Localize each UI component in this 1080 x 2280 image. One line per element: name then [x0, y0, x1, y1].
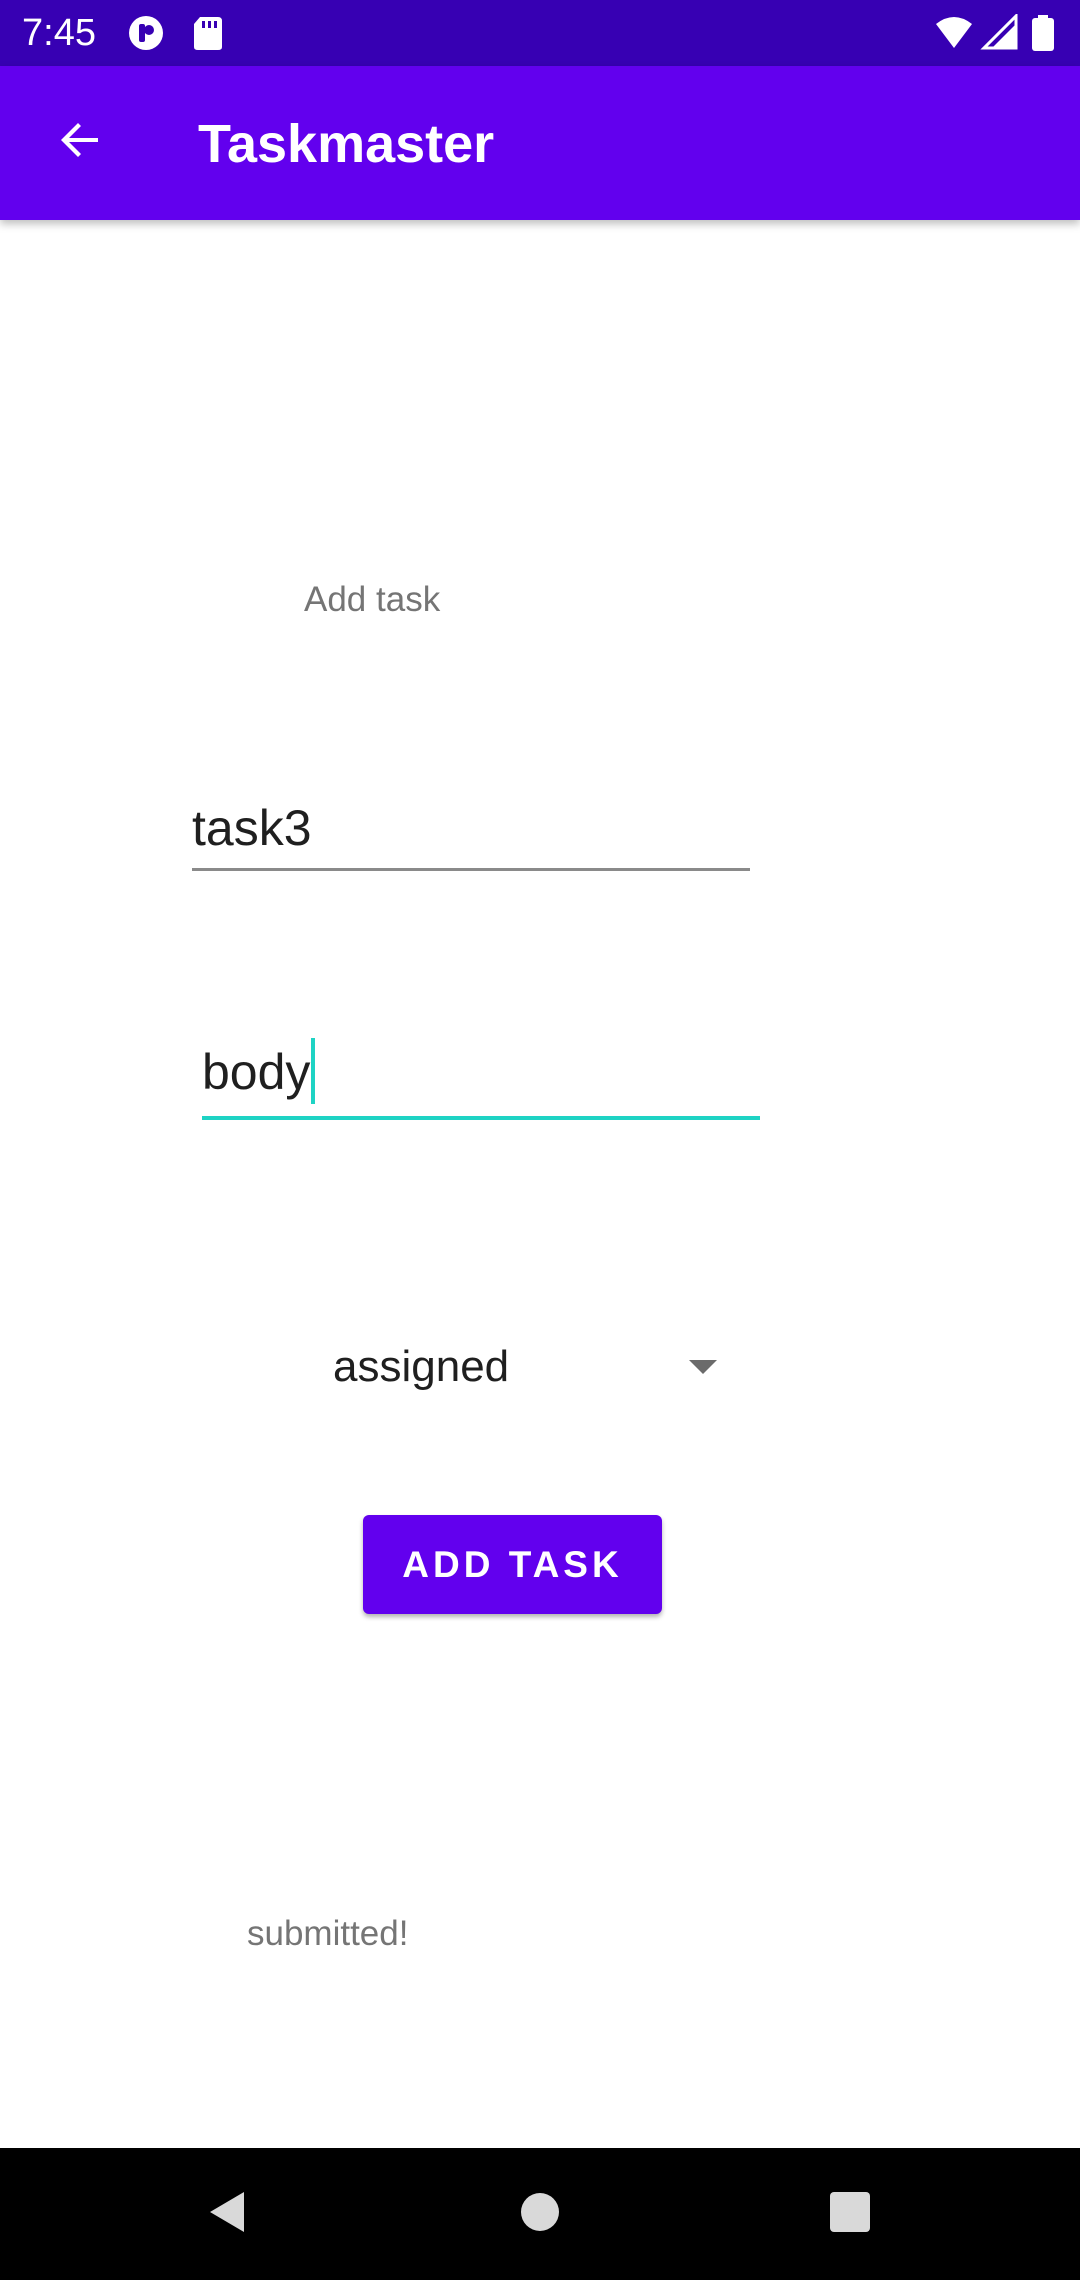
- status-time: 7:45: [22, 12, 96, 54]
- sd-card-icon: [188, 14, 228, 52]
- dropdown-arrow-icon: [689, 1360, 717, 1374]
- add-task-button[interactable]: ADD TASK: [363, 1515, 662, 1614]
- assignee-spinner[interactable]: assigned: [333, 1334, 733, 1400]
- back-button[interactable]: [40, 102, 120, 182]
- recents-square-icon: [828, 2190, 872, 2239]
- screen: 7:45 Taskmaster Add task task3 body assi…: [0, 0, 1080, 2280]
- cell-signal-icon: [980, 12, 1020, 52]
- app-notification-icon: [126, 14, 166, 52]
- nav-recents-button[interactable]: [810, 2174, 890, 2254]
- text-cursor: [311, 1038, 316, 1104]
- task-body-input[interactable]: body: [202, 1034, 760, 1120]
- battery-icon: [1028, 14, 1058, 52]
- add-task-button-label: ADD TASK: [402, 1543, 623, 1585]
- nav-back-button[interactable]: [186, 2174, 266, 2254]
- status-bar: 7:45: [0, 0, 1080, 66]
- task-title-input[interactable]: task3: [192, 796, 750, 871]
- wifi-icon: [934, 14, 974, 52]
- back-triangle-icon: [204, 2188, 248, 2241]
- status-message: submitted!: [247, 1914, 409, 1953]
- system-nav-bar: [0, 2148, 1080, 2280]
- spinner-selected-value: assigned: [333, 1342, 510, 1391]
- task-title-value: task3: [192, 800, 312, 856]
- task-body-value: body: [202, 1044, 311, 1100]
- home-circle-icon: [518, 2190, 562, 2239]
- nav-home-button[interactable]: [500, 2174, 580, 2254]
- page-heading: Add task: [304, 580, 441, 619]
- app-title: Taskmaster: [198, 114, 495, 174]
- app-bar: Taskmaster: [0, 66, 1080, 220]
- arrow-back-icon: [56, 116, 104, 169]
